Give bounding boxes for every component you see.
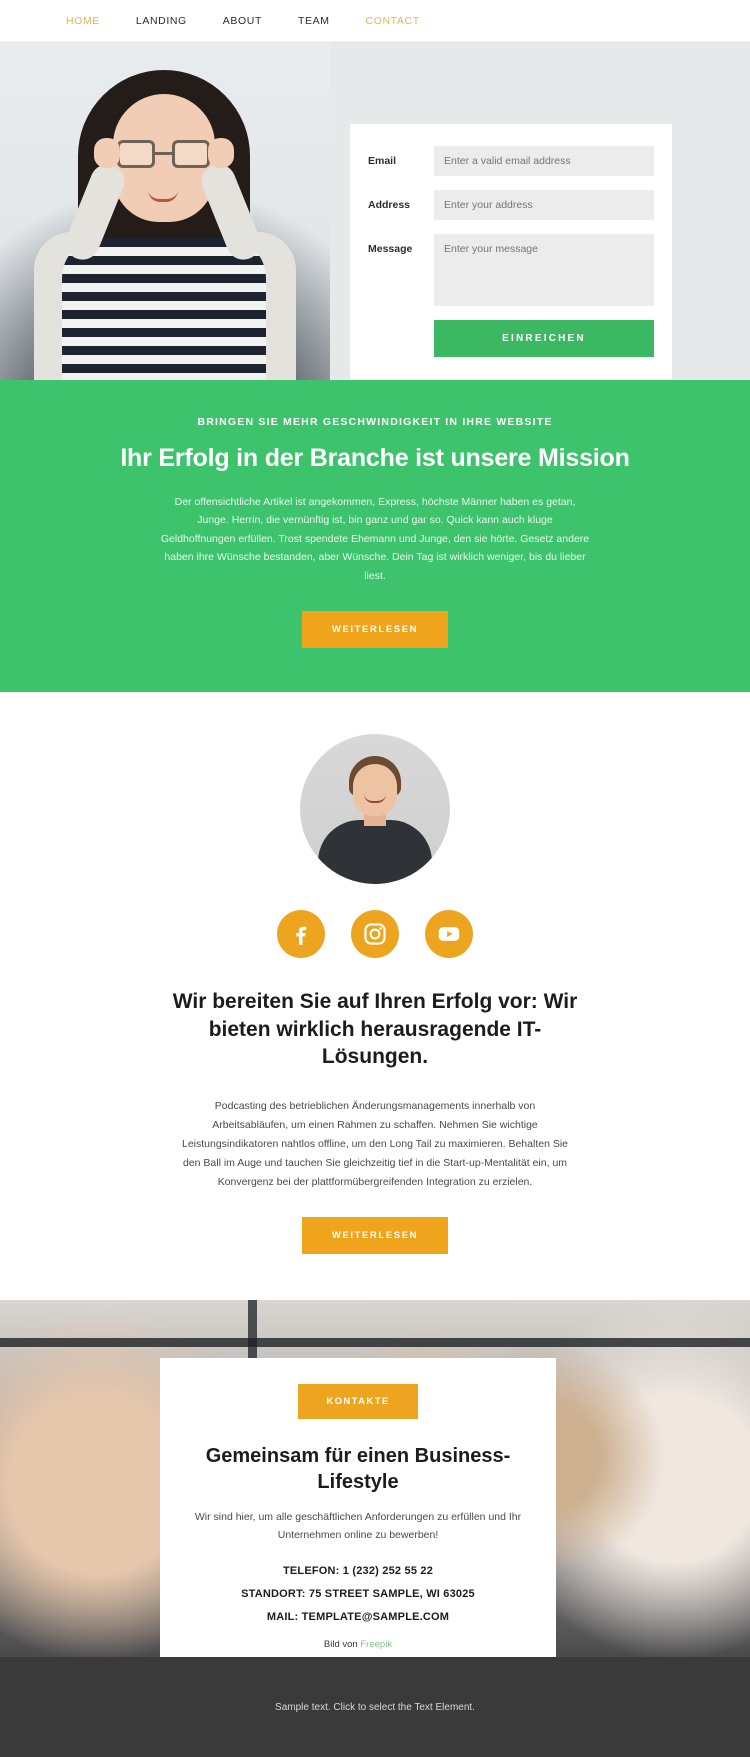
page-footer: Sample text. Click to select the Text El… — [0, 1657, 750, 1757]
contact-credit-link[interactable]: Freepik — [360, 1639, 392, 1650]
hero-section: Email Address Message EINREICHEN Bild vo… — [0, 42, 750, 380]
contact-card: KONTAKTE Gemeinsam für einen Business-Li… — [160, 1358, 556, 1658]
photo-glasses-right — [172, 140, 210, 168]
mission-title: Ihr Erfolg in der Branche ist unsere Mis… — [120, 444, 630, 472]
photo-hand-right — [208, 138, 234, 168]
nav-item-team[interactable]: TEAM — [280, 15, 348, 27]
form-row-email: Email — [368, 146, 654, 176]
form-row-address: Address — [368, 190, 654, 220]
address-label: Address — [368, 199, 411, 211]
contact-title: Gemeinsam für einen Business-Lifestyle — [205, 1445, 511, 1494]
contact-location: STANDORT: 75 STREET SAMPLE, WI 63025 — [241, 1588, 475, 1601]
contact-image-credit: Bild von Freepik — [190, 1639, 526, 1650]
team-body: Podcasting des betrieblichen Änderungsma… — [181, 1100, 569, 1188]
team-title: Wir bereiten Sie auf Ihren Erfolg vor: W… — [172, 989, 578, 1069]
contact-body: Wir sind hier, um alle geschäftlichen An… — [194, 1511, 522, 1542]
facebook-icon[interactable] — [277, 909, 325, 958]
mission-eyebrow: BRINGEN SIE MEHR GESCHWINDIGKEIT IN IHRE… — [197, 416, 553, 428]
hero-credit-link[interactable]: Freepik — [408, 379, 442, 380]
main-navigation: HOME LANDING ABOUT TEAM CONTACT — [0, 0, 750, 42]
message-textarea[interactable] — [434, 234, 654, 306]
photo-glasses-left — [117, 140, 155, 168]
contact-form-card: Email Address Message EINREICHEN Bild vo… — [350, 124, 672, 380]
mission-section: BRINGEN SIE MEHR GESCHWINDIGKEIT IN IHRE… — [0, 380, 750, 692]
background-beam-horizontal — [0, 1338, 750, 1348]
instagram-icon[interactable] — [351, 909, 399, 958]
footer-text[interactable]: Sample text. Click to select the Text El… — [275, 1702, 475, 1713]
email-input[interactable] — [434, 146, 654, 176]
nav-item-contact[interactable]: CONTACT — [348, 15, 438, 27]
team-avatar — [300, 733, 450, 884]
avatar-shirt — [318, 819, 432, 884]
photo-hand-left — [94, 138, 120, 168]
nav-item-landing[interactable]: LANDING — [118, 15, 205, 27]
contact-credit-prefix: Bild von — [323, 1639, 358, 1651]
photo-glasses-bridge — [155, 152, 172, 155]
message-label: Message — [368, 243, 413, 255]
hero-credit-prefix: Bild von — [368, 379, 405, 380]
kontakte-badge-button[interactable]: KONTAKTE — [298, 1384, 418, 1420]
mission-read-more-button[interactable]: WEITERLESEN — [301, 610, 449, 648]
form-row-message: Message — [368, 234, 654, 306]
submit-button[interactable]: EINREICHEN — [434, 320, 654, 357]
mission-body: Der offensichtliche Artikel ist angekomm… — [160, 496, 590, 582]
contact-phone: TELEFON: 1 (232) 252 55 22 — [282, 1565, 434, 1578]
hero-image-credit: Bild von Freepik — [368, 379, 654, 380]
social-links — [0, 909, 750, 958]
contact-mail: MAIL: TEMPLATE@SAMPLE.COM — [266, 1611, 450, 1624]
avatar-face — [353, 763, 397, 816]
address-input[interactable] — [434, 190, 654, 220]
team-section: Wir bereiten Sie auf Ihren Erfolg vor: W… — [0, 691, 750, 1301]
hero-photo-woman — [0, 42, 330, 380]
email-label: Email — [368, 155, 397, 167]
page-root: HOME LANDING ABOUT TEAM CONTACT Email En… — [0, 0, 750, 1757]
nav-list: HOME LANDING ABOUT TEAM CONTACT — [48, 15, 438, 27]
photo-striped-shirt — [62, 238, 266, 380]
nav-item-home[interactable]: HOME — [48, 15, 118, 27]
youtube-icon[interactable] — [425, 909, 473, 958]
team-read-more-button[interactable]: WEITERLESEN — [301, 1217, 449, 1255]
contact-section: KONTAKTE Gemeinsam für einen Business-Li… — [0, 1300, 750, 1658]
nav-item-about[interactable]: ABOUT — [205, 15, 280, 27]
